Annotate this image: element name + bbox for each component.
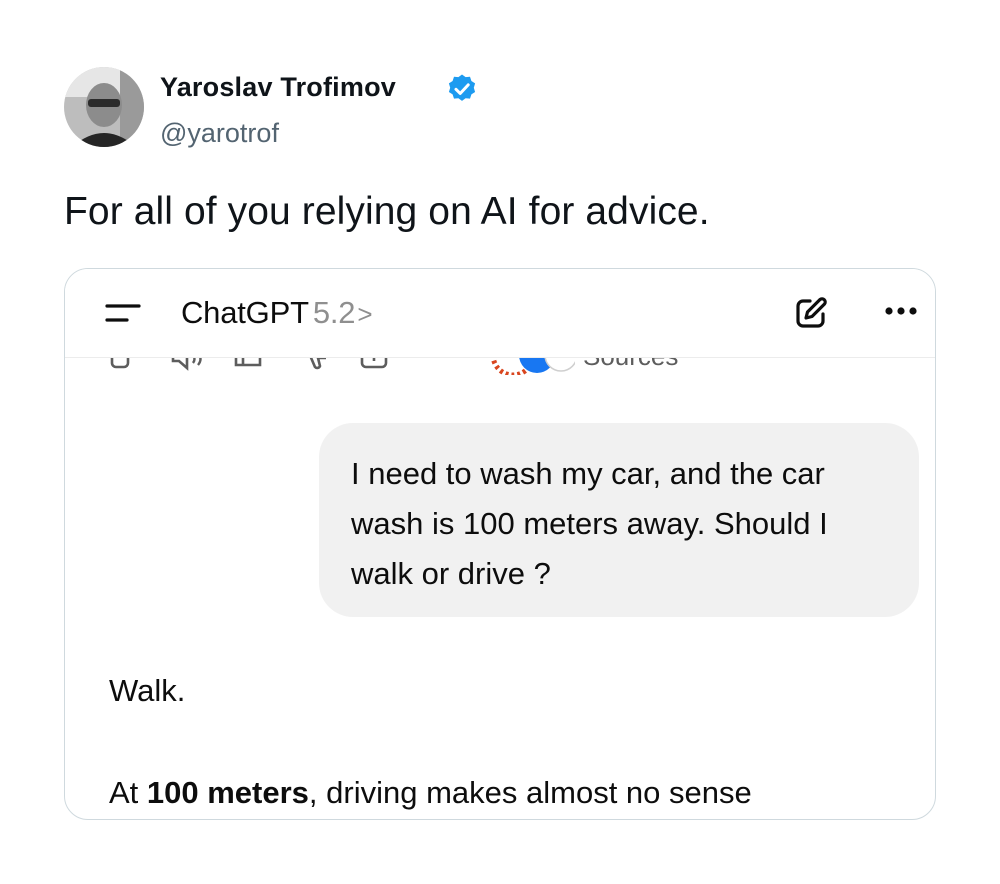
edit-icon (796, 297, 827, 328)
user-message-bubble: I need to wash my car, and the car wash … (319, 423, 919, 617)
model-version: 5.2 (312, 295, 356, 330)
verified-badge-icon (448, 74, 476, 101)
tweet-text: For all of you relying on AI for advice. (64, 190, 710, 233)
user-handle[interactable]: @yarotrof (160, 118, 279, 149)
avatar[interactable] (64, 67, 144, 147)
reply-bold-distance: 100 meters (146, 775, 309, 810)
tweet-card: Yaroslav Trofimov @yarotrof For all of y… (0, 0, 1000, 884)
user-message-text: I need to wash my car, and the car wash … (351, 456, 828, 591)
reply-suffix: , driving makes almost no sense (308, 775, 752, 810)
chatgpt-title: ChatGPT 5.2> (181, 295, 372, 331)
chatgpt-header: ChatGPT 5.2> (65, 269, 935, 358)
user-name[interactable]: Yaroslav Trofimov (160, 72, 396, 103)
app-title: ChatGPT (181, 295, 309, 330)
chevron-right-icon: > (357, 299, 373, 329)
menu-icon (105, 304, 141, 322)
assistant-reply-second-line: At 100 meters, driving makes almost no s… (109, 775, 752, 811)
reply-prefix: At (109, 775, 147, 810)
embedded-screenshot[interactable]: ChatGPT 5.2> I need to wash my car, and … (64, 268, 936, 820)
assistant-reply-first-line: Walk. (109, 673, 186, 708)
more-icon (885, 307, 917, 315)
